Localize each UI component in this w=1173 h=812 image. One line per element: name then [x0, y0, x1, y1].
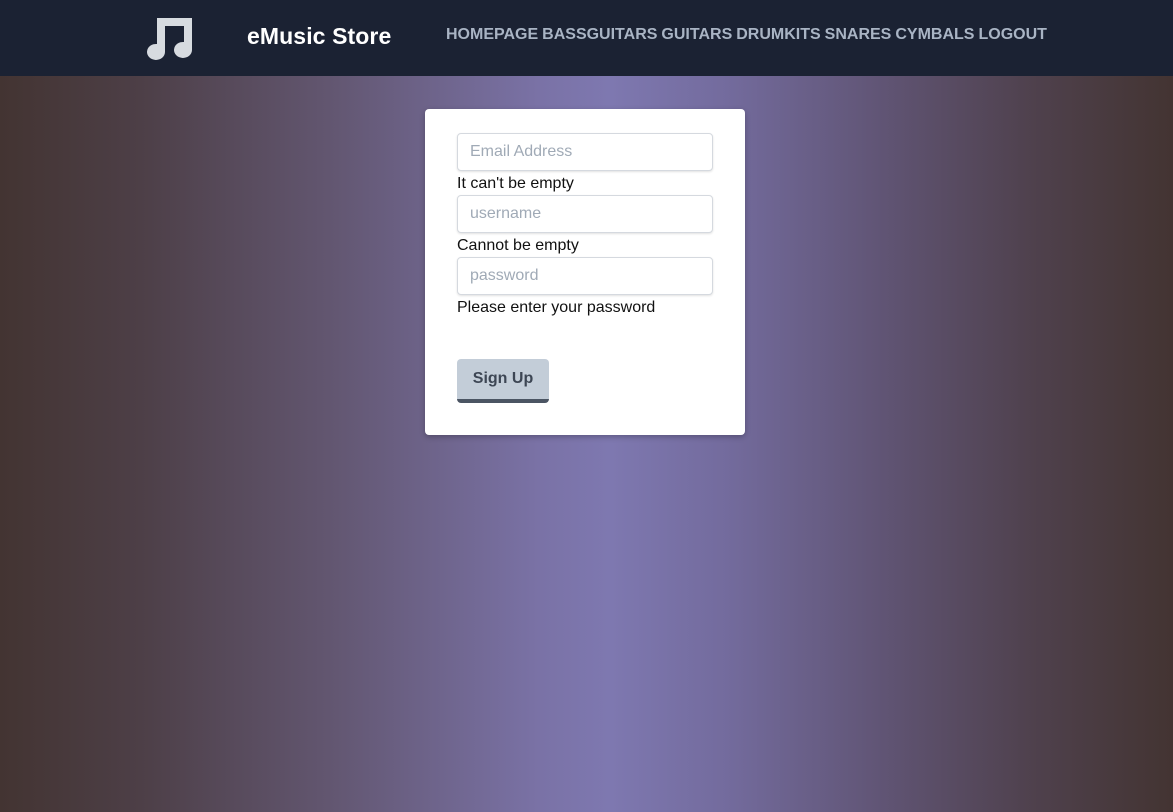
password-field[interactable]	[457, 257, 713, 295]
brand-title[interactable]: eMusic Store	[247, 23, 391, 50]
email-validation-message: It can't be empty	[457, 175, 574, 192]
username-validation-message: Cannot be empty	[457, 237, 579, 254]
top-navbar: eMusic Store HOMEPAGE BASSGUITARS GUITAR…	[0, 0, 1173, 76]
password-validation-message: Please enter your password	[457, 299, 656, 316]
music-note-icon[interactable]	[146, 15, 194, 61]
sign-up-button[interactable]: Sign Up	[457, 359, 549, 403]
nav-link-homepage[interactable]: HOMEPAGE	[446, 26, 538, 44]
nav-link-drumkits[interactable]: DRUMKITS	[736, 26, 820, 44]
username-field[interactable]	[457, 195, 713, 233]
nav-link-cymbals[interactable]: CYMBALS	[895, 26, 974, 44]
nav-link-logout[interactable]: LOGOUT	[978, 26, 1046, 44]
nav-link-snares[interactable]: SNARES	[825, 26, 892, 44]
nav-link-guitars[interactable]: GUITARS	[661, 26, 732, 44]
nav-menu: HOMEPAGE BASSGUITARS GUITARS DRUMKITS SN…	[446, 26, 1047, 44]
signup-form-card: It can't be empty Cannot be empty Please…	[425, 109, 745, 435]
email-field[interactable]	[457, 133, 713, 171]
nav-link-bassguitars[interactable]: BASSGUITARS	[542, 26, 657, 44]
